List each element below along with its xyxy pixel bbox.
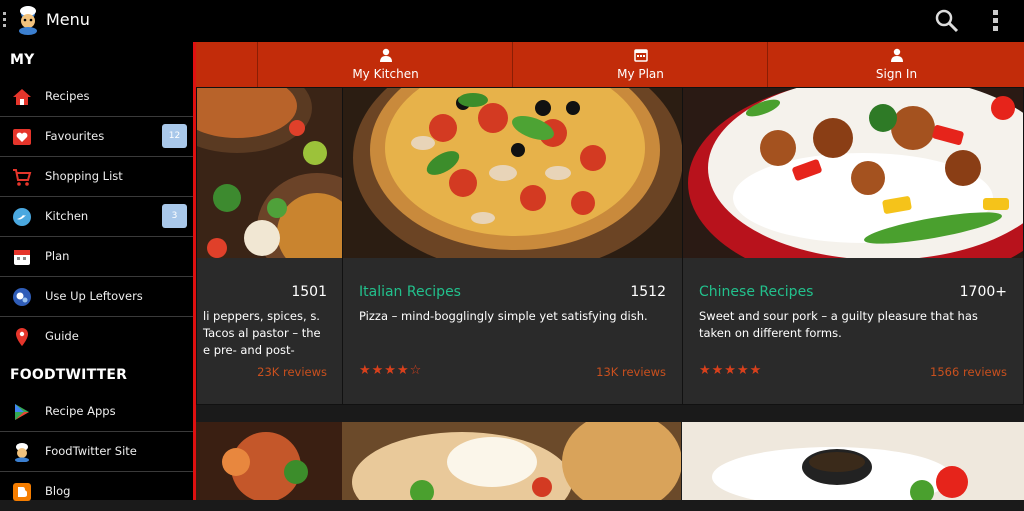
sidebar-item-guide[interactable]: Guide [0,317,193,356]
tab-recipes[interactable] [196,42,257,87]
tab-label: My Kitchen [352,67,419,81]
review-count[interactable]: 13K reviews [596,365,666,379]
tab-sign-in[interactable]: Sign In [767,42,1024,87]
recipe-image [197,88,343,258]
drawer-indicator-icon[interactable] [3,12,6,28]
sidebar-item-recipe-apps[interactable]: Recipe Apps [0,392,193,432]
page-title[interactable]: Menu [46,10,90,29]
sidebar-item-label: FoodTwitter Site [45,444,137,458]
sidebar-item-recipes[interactable]: Recipes [0,77,193,117]
sidebar-item-label: Shopping List [45,169,123,183]
sidebar-item-shopping-list[interactable]: Shopping List [0,157,193,197]
sidebar-item-favourites[interactable]: Favourites 12 [0,117,193,157]
recipe-card-image-partial[interactable] [342,422,681,500]
star-rating: ★★★★★ [699,363,763,378]
recipe-card-mexican[interactable]: 1501 li peppers, spices, s. Tacos al pas… [196,87,344,405]
recipe-description: Pizza – mind-bogglingly simple yet satis… [359,309,648,323]
user-icon [379,48,392,62]
sidebar-item-label: Favourites [45,129,105,143]
bird-icon [13,208,31,226]
tab-label: My Plan [617,67,664,81]
recipe-count: 1700+ [959,284,1007,300]
recipe-name[interactable]: Italian Recipes [359,284,461,300]
recipe-description: Sweet and sour pork – a guilty pleasure … [699,309,978,340]
heart-icon [13,129,31,145]
tab-label: Sign In [875,67,918,81]
star-rating: ★★★★☆ [359,363,423,378]
user-icon [890,48,903,62]
chef-mascot-icon[interactable] [14,5,42,35]
recipe-count: 1501 [291,284,327,300]
navigation-drawer: MY Recipes Favourites 12 Shopping List K… [0,42,193,501]
cart-icon [13,169,32,186]
calendar-icon [14,250,30,265]
home-icon [13,89,31,105]
calendar-icon [633,49,648,62]
sidebar-item-label: Recipe Apps [45,404,116,418]
blogger-icon [13,483,31,501]
sidebar-item-label: Kitchen [45,209,89,223]
recipe-card-image-partial[interactable] [196,422,342,500]
play-store-icon [15,404,29,420]
sidebar-item-label: Use Up Leftovers [45,289,143,303]
sidebar-item-use-up-leftovers[interactable]: Use Up Leftovers [0,277,193,317]
overflow-menu-icon[interactable] [993,10,999,32]
review-count[interactable]: 1566 reviews [930,365,1007,379]
count-badge: 12 [162,124,187,148]
count-badge: 3 [162,204,187,228]
recipe-image [683,88,1023,258]
map-pin-icon [16,328,28,346]
section-header-foodtwitter: FOODTWITTER [10,367,128,383]
sidebar-item-label: Recipes [45,89,90,103]
sidebar-item-plan[interactable]: Plan [0,237,193,277]
section-header-my: MY [10,52,35,68]
tab-my-plan[interactable]: My Plan [512,42,768,87]
review-count[interactable]: 23K reviews [257,365,327,379]
recipe-name[interactable]: Chinese Recipes [699,284,813,300]
sidebar-item-label: Guide [45,329,79,343]
recipe-card-chinese[interactable]: Chinese Recipes 1700+ Sweet and sour por… [682,87,1024,405]
search-icon[interactable] [934,8,960,34]
tab-my-kitchen[interactable]: My Kitchen [257,42,513,87]
action-bar: Menu [0,0,1024,42]
recipe-count: 1512 [630,284,666,300]
recipe-card-italian[interactable]: Italian Recipes 1512 Pizza – mind-boggli… [342,87,683,405]
sidebar-item-kitchen[interactable]: Kitchen 3 [0,197,193,237]
tab-bar: My Kitchen My Plan Sign In [196,42,1024,87]
recipe-description: li peppers, spices, s. Tacos al pastor –… [203,309,321,357]
sidebar-item-label: Plan [45,249,70,263]
sidebar-item-label: Blog [45,484,71,498]
leftovers-icon [13,288,31,306]
recipe-card-image-partial[interactable] [682,422,1024,500]
recipe-image [343,88,682,258]
sidebar-item-foodtwitter-site[interactable]: FoodTwitter Site [0,432,193,472]
chef-icon [15,443,29,462]
sidebar-item-blog[interactable]: Blog [0,472,193,511]
